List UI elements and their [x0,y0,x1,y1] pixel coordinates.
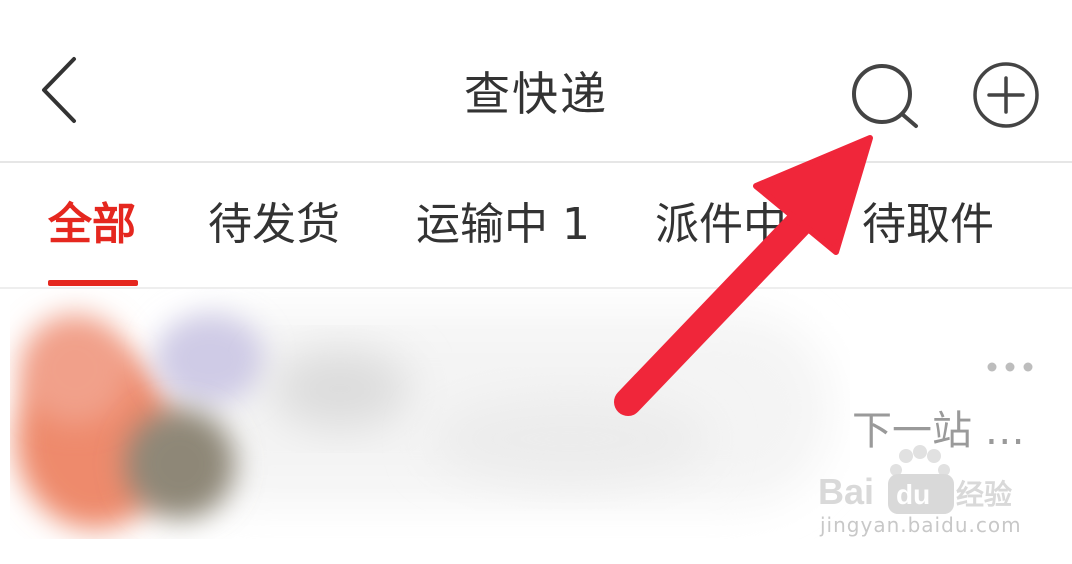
top-bar: 查快递 [0,0,1072,162]
more-dots-icon [987,362,1033,372]
tab-out-for-delivery[interactable]: 派件中 [655,195,787,255]
search-button[interactable] [846,60,926,132]
svg-text:du: du [896,479,930,510]
tab-all[interactable]: 全部 [48,195,136,255]
plus-circle-icon [973,62,1039,128]
status-tabs: 全部 待发货 运输中 1 派件中 待取件 [0,163,1072,287]
more-options-button[interactable] [984,352,1036,382]
blurred-parcel-info [15,314,830,529]
watermark-logo: Bai du 经验 [816,444,1036,554]
search-icon [852,64,918,128]
tab-pending-shipment[interactable]: 待发货 [208,195,340,255]
svg-text:经验: 经验 [956,478,1012,511]
watermark-url: jingyan.baidu.com [820,513,1022,537]
tab-awaiting-pickup[interactable]: 待取件 [862,195,994,255]
active-tab-indicator [48,280,138,286]
tab-in-transit[interactable]: 运输中 1 [416,195,590,255]
add-button[interactable] [970,60,1042,132]
svg-text:Bai: Bai [818,471,874,512]
